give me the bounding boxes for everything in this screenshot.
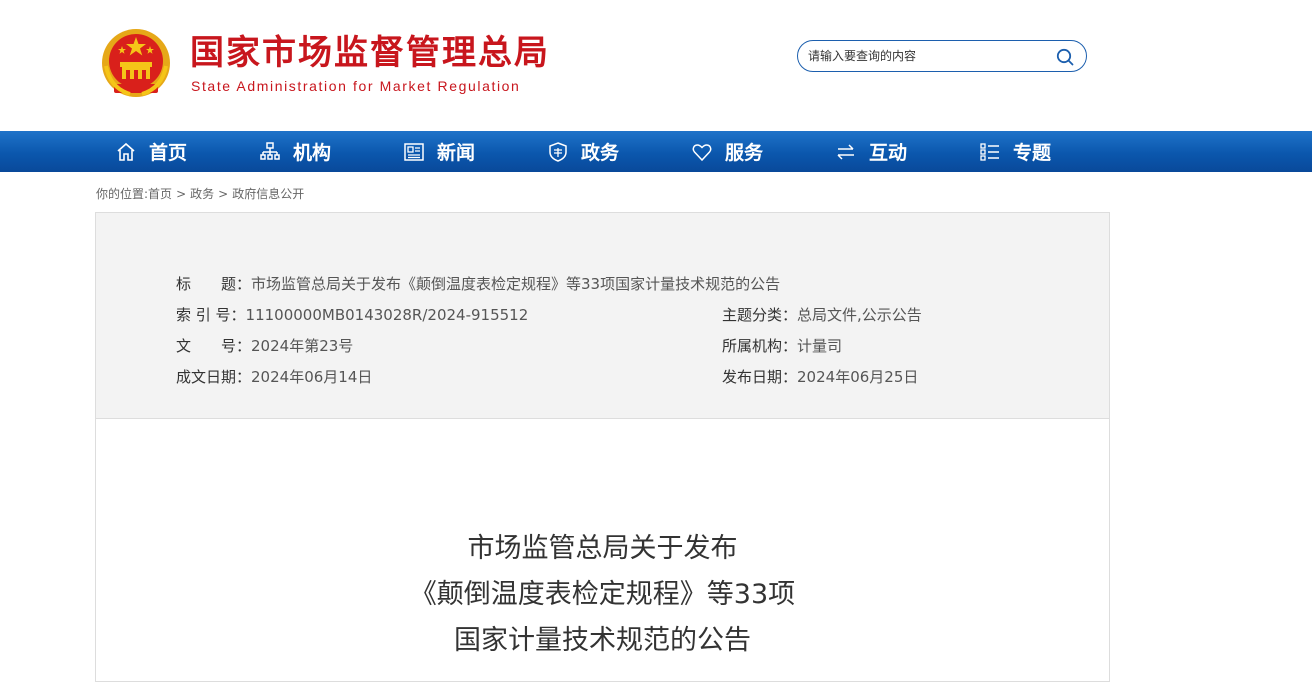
site-title-en[interactable]: State Administration for Market Regulati… xyxy=(191,77,520,95)
national-emblem-icon[interactable] xyxy=(100,26,172,100)
meta-label: 标 题： xyxy=(176,275,252,293)
document-meta-panel: 标 题：市场监管总局关于发布《颠倒温度表检定规程》等33项国家计量技术规范的公告… xyxy=(96,213,1109,419)
meta-label: 所属机构： xyxy=(722,337,798,355)
meta-published-row: 发布日期：2024年06月25日 xyxy=(722,367,918,387)
main-nav: 首页 机构 新闻 政务 服务 互动 专题 xyxy=(0,131,1312,172)
exchange-arrows-icon xyxy=(837,143,854,160)
site-header: 国家市场监督管理总局 State Administration for Mark… xyxy=(0,0,1312,131)
document-title-line: 《颠倒温度表检定规程》等33项 xyxy=(409,579,796,610)
search-input[interactable] xyxy=(808,47,1048,65)
meta-published-value: 2024年06月25日 xyxy=(797,368,919,386)
nav-item-service[interactable]: 服务 xyxy=(691,131,763,172)
meta-label: 成文日期： xyxy=(176,368,252,386)
document-title: 市场监管总局关于发布 《颠倒温度表检定规程》等33项 国家计量技术规范的公告 xyxy=(96,526,1109,664)
heart-icon xyxy=(692,143,712,161)
meta-label: 文 号： xyxy=(176,337,252,355)
meta-label: 索 引 号： xyxy=(176,306,246,324)
meta-label: 发布日期： xyxy=(722,368,798,386)
meta-title-value: 市场监管总局关于发布《颠倒温度表检定规程》等33项国家计量技术规范的公告 xyxy=(251,275,781,293)
search-icon[interactable] xyxy=(1056,48,1074,66)
meta-index-value: 11100000MB0143028R/2024-915512 xyxy=(245,306,529,324)
meta-doc-no-row: 文 号：2024年第23号 xyxy=(176,336,353,356)
meta-created-value: 2024年06月14日 xyxy=(251,368,373,386)
nav-item-interact[interactable]: 互动 xyxy=(835,131,907,172)
breadcrumb-link-affairs[interactable]: 政务 xyxy=(190,187,214,201)
meta-label: 主题分类： xyxy=(722,306,798,324)
breadcrumb-link-home[interactable]: 首页 xyxy=(148,187,172,201)
meta-topic-row: 主题分类：总局文件,公示公告 xyxy=(722,305,922,325)
nav-item-label: 首页 xyxy=(149,142,188,164)
meta-title-row: 标 题：市场监管总局关于发布《颠倒温度表检定规程》等33项国家计量技术规范的公告 xyxy=(176,274,780,294)
meta-doc-no-value: 2024年第23号 xyxy=(251,337,354,355)
nav-item-label: 互动 xyxy=(869,142,908,164)
nav-item-news[interactable]: 新闻 xyxy=(403,131,475,172)
nav-item-label: 机构 xyxy=(293,142,332,164)
news-icon xyxy=(404,142,424,161)
meta-index-row: 索 引 号：11100000MB0143028R/2024-915512 xyxy=(176,305,528,325)
breadcrumb: 你的位置:首页 > 政务 > 政府信息公开 xyxy=(96,185,304,202)
breadcrumb-prefix: 你的位置: xyxy=(96,187,149,201)
site-title-cn[interactable]: 国家市场监督管理总局 xyxy=(190,33,550,73)
nav-item-label: 服务 xyxy=(725,142,764,164)
nav-item-org[interactable]: 机构 xyxy=(259,131,331,172)
article-container: 标 题：市场监管总局关于发布《颠倒温度表检定规程》等33项国家计量技术规范的公告… xyxy=(95,212,1110,682)
shield-icon xyxy=(549,141,567,162)
list-icon xyxy=(980,142,999,161)
meta-org-value: 计量司 xyxy=(797,337,843,355)
meta-topic-value: 总局文件,公示公告 xyxy=(797,306,922,324)
meta-org-row: 所属机构：计量司 xyxy=(722,336,842,356)
nav-item-home[interactable]: 首页 xyxy=(115,131,187,172)
org-chart-icon xyxy=(260,141,280,160)
nav-item-topics[interactable]: 专题 xyxy=(979,131,1051,172)
breadcrumb-separator: > xyxy=(218,187,229,201)
meta-created-row: 成文日期：2024年06月14日 xyxy=(176,367,372,387)
breadcrumb-link-gov-info[interactable]: 政府信息公开 xyxy=(232,187,304,201)
nav-item-label: 政务 xyxy=(581,142,620,164)
nav-item-label: 专题 xyxy=(1013,142,1052,164)
nav-item-label: 新闻 xyxy=(437,142,476,164)
breadcrumb-separator: > xyxy=(176,187,187,201)
document-title-line: 国家计量技术规范的公告 xyxy=(454,625,751,656)
home-icon xyxy=(117,142,135,161)
nav-item-affairs[interactable]: 政务 xyxy=(547,131,619,172)
search-box xyxy=(797,40,1087,72)
document-title-line: 市场监管总局关于发布 xyxy=(467,533,738,564)
